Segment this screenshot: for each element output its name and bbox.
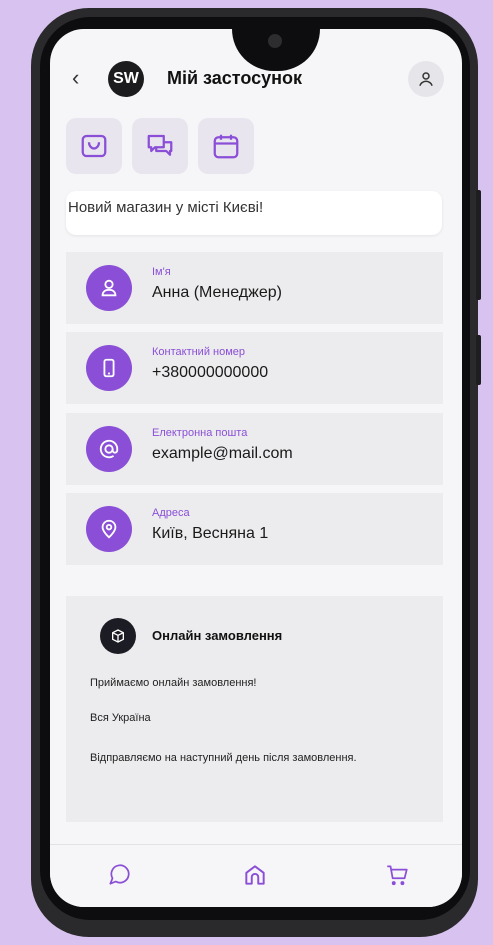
at-icon	[99, 439, 119, 459]
screen: ‹ SW Мій застосунок Новий магазин у міст…	[50, 29, 462, 907]
chat-icon	[109, 864, 130, 885]
contact-value: example@mail.com	[152, 445, 293, 462]
app-logo: SW	[108, 61, 144, 97]
quick-action-shop[interactable]	[66, 118, 122, 174]
camera-dot	[268, 34, 282, 48]
contact-value: Анна (Менеджер)	[152, 284, 282, 301]
contact-label: Адреса	[152, 507, 190, 519]
tab-cart[interactable]	[381, 859, 413, 891]
info-icon-circle	[86, 426, 132, 472]
contact-row-address[interactable]: Адреса Київ, Весняна 1	[66, 493, 443, 565]
calendar-icon	[213, 134, 239, 159]
contact-value: Київ, Весняна 1	[152, 525, 269, 542]
back-button[interactable]: ‹	[72, 65, 79, 91]
info-icon-circle	[86, 265, 132, 311]
power-button	[476, 190, 481, 300]
contact-label: Ім'я	[152, 266, 171, 278]
tab-home[interactable]	[239, 859, 271, 891]
news-banner[interactable]: Новий магазин у місті Києві!	[66, 191, 442, 235]
location-pin-icon	[101, 519, 117, 539]
quick-action-chat[interactable]	[132, 118, 188, 174]
profile-button[interactable]	[408, 61, 444, 97]
page-title: Мій застосунок	[167, 68, 303, 88]
info-icon-circle	[86, 506, 132, 552]
home-icon	[245, 865, 265, 885]
contact-row-name[interactable]: Ім'я Анна (Менеджер)	[66, 252, 443, 324]
online-line: Приймаємо онлайн замовлення!	[90, 677, 257, 689]
shopping-bag-icon	[81, 134, 107, 158]
info-icon-circle	[86, 345, 132, 391]
cart-icon	[387, 865, 408, 886]
phone-icon	[103, 358, 115, 378]
chat-bubbles-icon	[147, 134, 173, 156]
volume-button	[476, 335, 481, 385]
user-icon	[101, 279, 117, 297]
online-line: Відправляємо на наступний день після зам…	[90, 752, 357, 764]
tab-chat[interactable]	[103, 859, 135, 891]
quick-action-calendar[interactable]	[198, 118, 254, 174]
box-icon	[112, 629, 124, 643]
banner-text: Новий магазин у місті Києві!	[68, 199, 264, 216]
contact-row-email[interactable]: Електронна пошта example@mail.com	[66, 413, 443, 485]
online-orders-card: Онлайн замовлення Приймаємо онлайн замов…	[66, 596, 443, 822]
contact-row-phone[interactable]: Контактний номер +380000000000	[66, 332, 443, 404]
online-line: Вся Україна	[90, 712, 151, 724]
contact-value: +380000000000	[152, 364, 269, 381]
bottom-tab-bar	[50, 844, 462, 907]
user-icon	[419, 72, 433, 86]
online-title: Онлайн замовлення	[152, 628, 283, 643]
contact-label: Електронна пошта	[152, 427, 248, 439]
online-icon-circle	[100, 618, 136, 654]
contact-label: Контактний номер	[152, 346, 246, 358]
